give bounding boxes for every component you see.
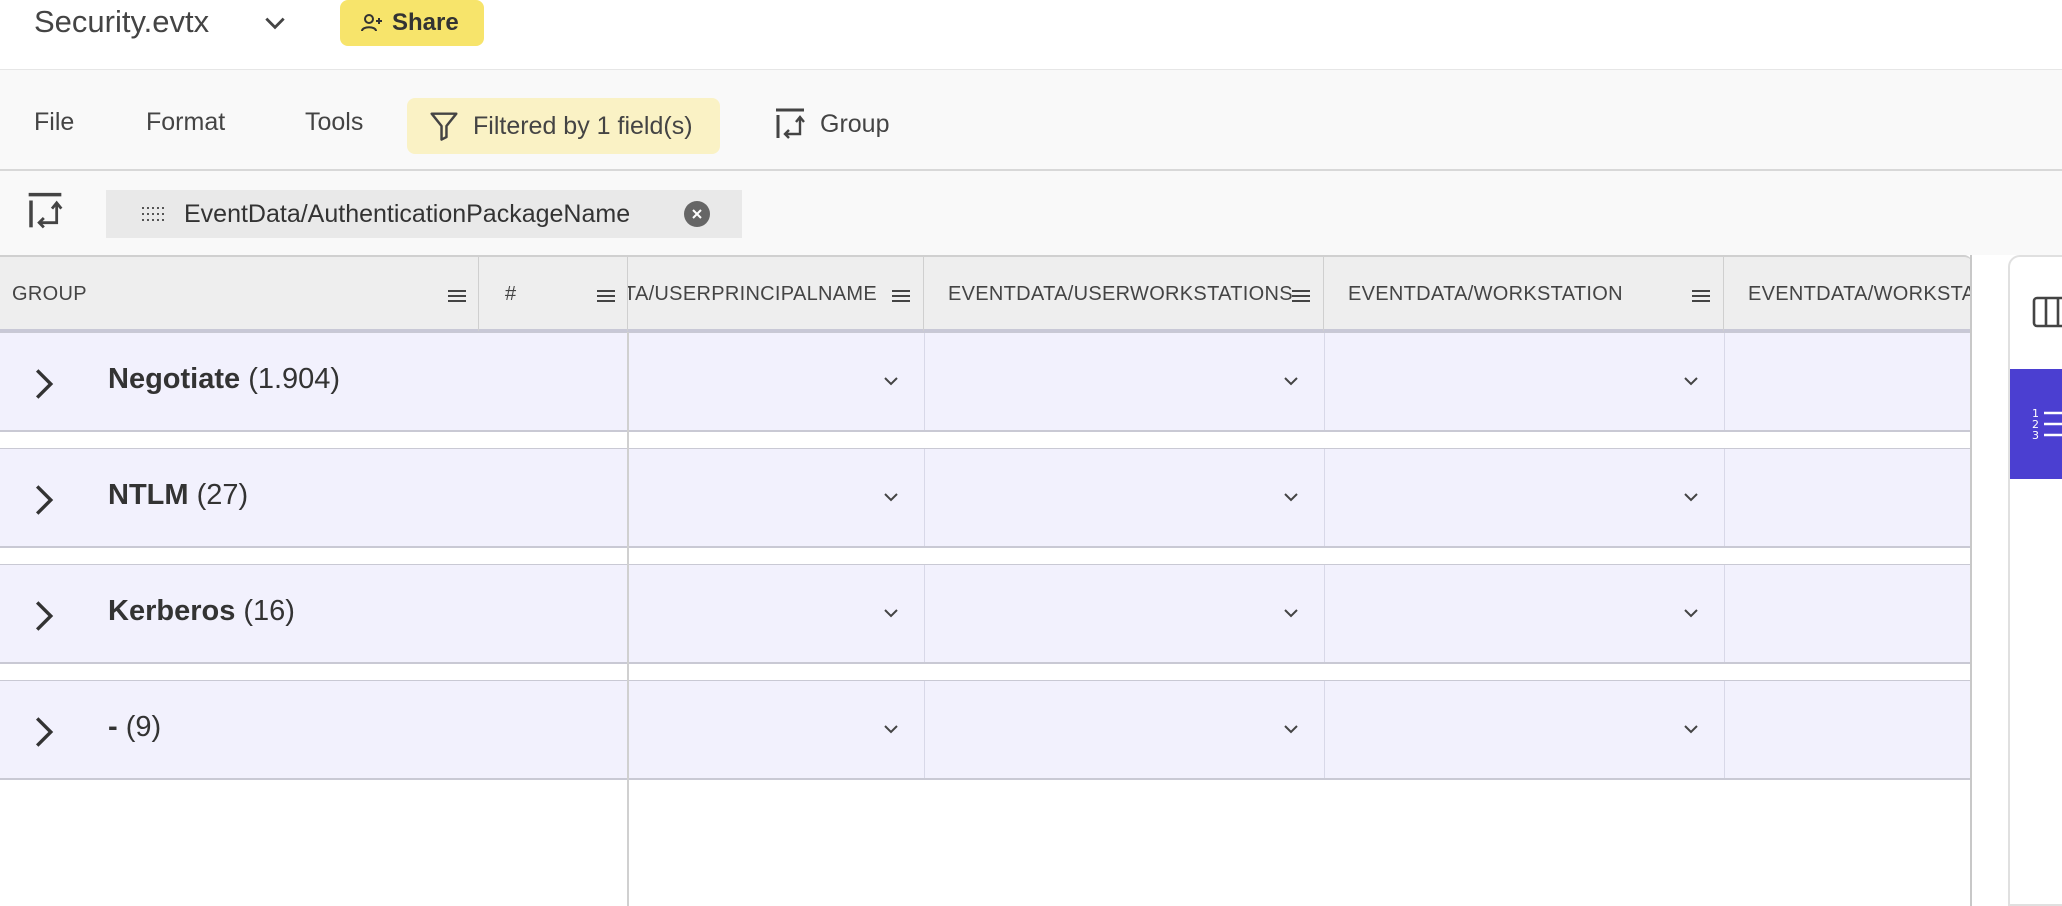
group-name: Kerberos [108, 595, 236, 627]
column-header-userprincipalname[interactable]: EVENTDATA/USERPRINCIPALNAME [628, 257, 924, 331]
group-row[interactable]: Kerberos (16) [0, 564, 1970, 664]
filter-button[interactable]: Filtered by 1 field(s) [407, 98, 720, 154]
column-header-group[interactable]: GROUP [0, 257, 479, 331]
chevron-down-icon[interactable] [1683, 723, 1699, 735]
column-header-label: GROUP [12, 283, 87, 305]
group-button[interactable]: Group [772, 106, 889, 142]
chevron-right-icon[interactable] [30, 715, 58, 749]
group-row[interactable]: NTLM (27) [0, 448, 1970, 548]
hamburger-menu-icon[interactable] [1292, 289, 1310, 303]
group-cell [628, 565, 924, 662]
chevron-down-icon[interactable] [883, 491, 899, 503]
group-cell [924, 565, 1324, 662]
hamburger-menu-icon[interactable] [892, 289, 910, 303]
chevron-down-icon[interactable] [883, 723, 899, 735]
column-header-index[interactable]: # [479, 257, 628, 331]
column-header-label: EVENTDATA/WORKSTATIONNAME [1748, 283, 1970, 305]
person-add-icon [361, 14, 382, 32]
group-row-label: Negotiate (1.904) [108, 363, 340, 396]
grid-header: GROUP # EVENTDATA/USERPRINCIPALNAME EVEN… [0, 255, 1970, 332]
svg-text:3: 3 [2032, 429, 2039, 442]
group-cell [628, 681, 924, 778]
group-by-bar: EventData/AuthenticationPackageName [0, 171, 2062, 255]
share-button[interactable]: Share [340, 0, 484, 46]
column-header-workstation[interactable]: EVENTDATA/WORKSTATION [1324, 257, 1724, 331]
group-name: NTLM [108, 479, 189, 511]
data-grid: GROUP # EVENTDATA/USERPRINCIPALNAME EVEN… [0, 255, 1972, 906]
chevron-down-icon[interactable] [883, 607, 899, 619]
close-circle-icon[interactable] [684, 201, 710, 227]
group-count: (16) [243, 595, 295, 627]
group-cell [1724, 449, 1970, 546]
group-cell [1324, 681, 1724, 778]
group-cell [628, 449, 924, 546]
top-bar: Security.evtx Share [0, 0, 2062, 70]
group-cell [1724, 681, 1970, 778]
chevron-down-icon[interactable] [1683, 375, 1699, 387]
column-header-label: EVENTDATA/WORKSTATION [1348, 283, 1623, 305]
chevron-down-icon[interactable] [1283, 723, 1299, 735]
side-panel: 1 2 3 [2008, 255, 2062, 906]
chevron-down-icon[interactable] [1683, 607, 1699, 619]
column-header-label: # [505, 283, 517, 305]
chevron-down-icon[interactable] [883, 375, 899, 387]
group-count: (27) [196, 479, 249, 511]
numbered-list-icon: 1 2 3 [2032, 407, 2062, 442]
group-field-label: EventData/AuthenticationPackageName [184, 199, 631, 228]
file-title[interactable]: Security.evtx [34, 4, 209, 40]
chevron-down-icon[interactable] [262, 10, 288, 36]
chevron-down-icon[interactable] [1283, 491, 1299, 503]
group-cell [1724, 333, 1970, 430]
column-header-label: EVENTDATA/USERPRINCIPALNAME [628, 283, 877, 305]
group-row-label: NTLM (27) [108, 479, 248, 512]
menu-format[interactable]: Format [146, 108, 225, 137]
group-cell [924, 681, 1324, 778]
filter-label: Filtered by 1 field(s) [473, 111, 693, 140]
chevron-right-icon[interactable] [30, 483, 58, 517]
group-cell [1324, 449, 1724, 546]
group-cell [924, 449, 1324, 546]
chevron-down-icon[interactable] [1283, 375, 1299, 387]
column-header-label: EVENTDATA/USERWORKSTATIONS [948, 283, 1293, 305]
hamburger-menu-icon[interactable] [448, 289, 466, 303]
share-label: Share [392, 9, 459, 36]
menu-file[interactable]: File [34, 108, 74, 137]
group-count: (9) [125, 711, 162, 743]
hamburger-menu-icon[interactable] [1692, 289, 1710, 303]
hamburger-menu-icon[interactable] [597, 289, 615, 303]
group-label: Group [820, 109, 890, 138]
group-field-chip[interactable]: EventData/AuthenticationPackageName [106, 190, 742, 238]
group-count: (1.904) [248, 363, 341, 395]
chevron-down-icon[interactable] [1283, 607, 1299, 619]
group-name: Negotiate [108, 363, 241, 395]
chevron-down-icon[interactable] [1683, 491, 1699, 503]
group-cell [628, 333, 924, 430]
group-row[interactable]: Negotiate (1.904) [0, 332, 1970, 432]
group-cell [1324, 333, 1724, 430]
group-name: - [108, 711, 118, 743]
menu-bar: File Format Tools Filtered by 1 field(s)… [0, 70, 2062, 171]
group-by-icon[interactable] [24, 189, 66, 233]
chevron-right-icon[interactable] [30, 599, 58, 633]
group-row-label: - (9) [108, 711, 161, 744]
menu-tools[interactable]: Tools [305, 108, 363, 137]
numbered-list-panel-button[interactable]: 1 2 3 [2010, 369, 2062, 479]
drag-handle-icon[interactable] [142, 206, 164, 222]
group-cell [924, 333, 1324, 430]
column-header-workstationname[interactable]: EVENTDATA/WORKSTATIONNAME [1724, 257, 1970, 331]
column-divider [627, 332, 629, 906]
funnel-icon [430, 112, 458, 141]
group-cell [1324, 565, 1724, 662]
group-row-label: Kerberos (16) [108, 595, 295, 628]
chevron-right-icon[interactable] [30, 367, 58, 401]
column-header-userworkstations[interactable]: EVENTDATA/USERWORKSTATIONS [924, 257, 1324, 331]
columns-icon [2032, 296, 2062, 328]
group-cell [1724, 565, 1970, 662]
columns-panel-button[interactable] [2010, 257, 2062, 367]
group-row[interactable]: - (9) [0, 680, 1970, 780]
group-by-icon [776, 108, 805, 139]
